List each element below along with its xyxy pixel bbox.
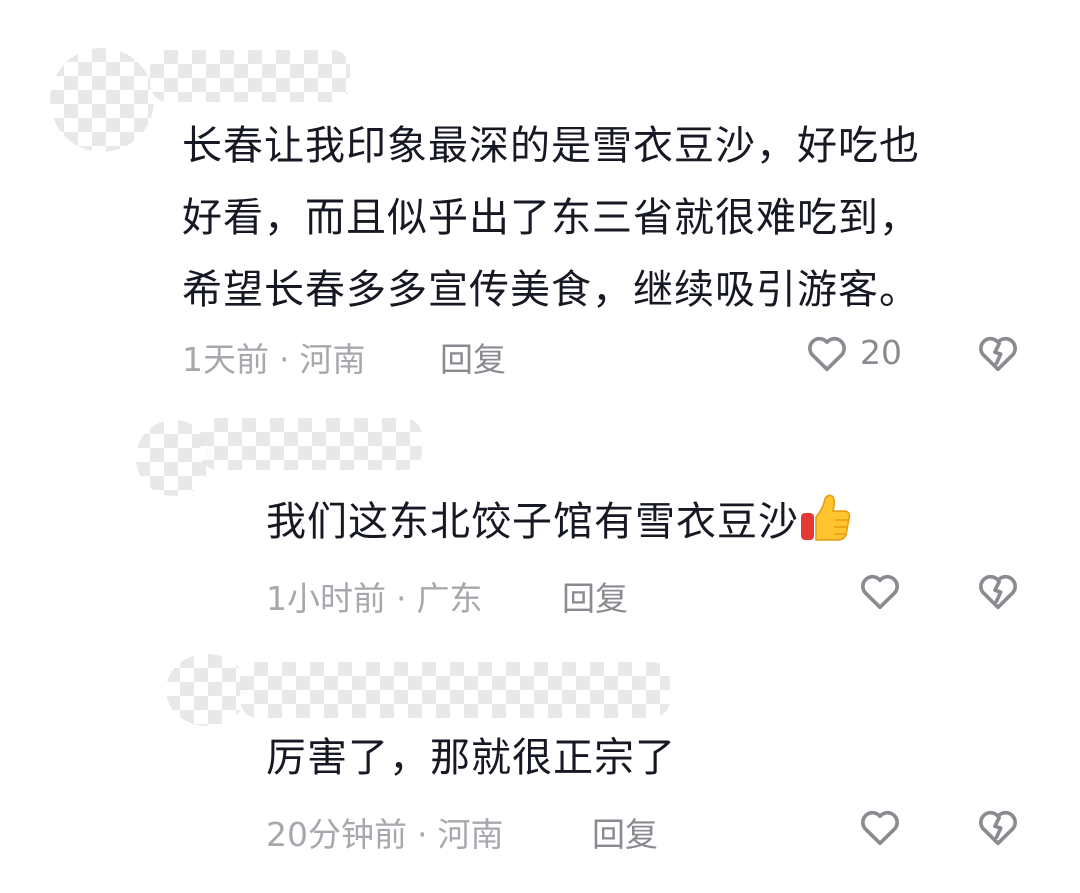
meta-separator: · [417,815,428,854]
broken-heart-icon [979,336,1017,372]
comment-time: 1小时前 [266,579,386,618]
reply-button[interactable]: 回复 [562,572,628,620]
comment-meta: 20分钟前 · 河南 [266,808,504,856]
heart-outline-icon [861,810,899,846]
username-redacted[interactable] [200,418,422,470]
broken-heart-icon [979,810,1017,846]
meta-separator: · [396,579,407,618]
dislike-button[interactable] [975,330,1021,380]
broken-heart-icon [979,574,1017,610]
reply-button[interactable]: 回复 [440,333,506,381]
comment-meta: 1小时前 · 广东 [266,572,483,620]
dislike-button[interactable] [975,804,1021,854]
heart-outline-icon [861,574,899,610]
username-redacted[interactable] [240,662,670,718]
thumbs-up-icon [799,493,853,566]
comment-time: 20分钟前 [266,815,407,854]
username-redacted[interactable] [150,50,350,102]
comment-text-content: 我们这东北饺子馆有雪衣豆沙 [266,499,799,545]
meta-separator: · [279,340,290,379]
comment-location: 河南 [299,340,366,379]
comment-meta: 1天前 · 河南 [182,333,366,381]
comment-location: 广东 [416,579,483,618]
avatar[interactable] [50,48,154,152]
avatar[interactable] [166,654,248,726]
dislike-button[interactable] [975,568,1021,618]
comment-text: 长春让我印象最深的是雪衣豆沙，好吃也 好看，而且似乎出了东三省就很难吃到， 希望… [182,123,920,313]
comment-location: 河南 [437,815,504,854]
reply-button[interactable]: 回复 [592,808,658,856]
heart-outline-icon [808,336,846,372]
comment-time: 1天前 [182,340,269,379]
comment-text: 厉害了，那就很正宗了 [266,735,676,781]
like-button[interactable] [804,330,850,380]
comment-text: 我们这东北饺子馆有雪衣豆沙 [266,486,853,566]
like-count: 20 [860,333,902,372]
like-button[interactable] [857,804,903,854]
like-button[interactable] [857,568,903,618]
